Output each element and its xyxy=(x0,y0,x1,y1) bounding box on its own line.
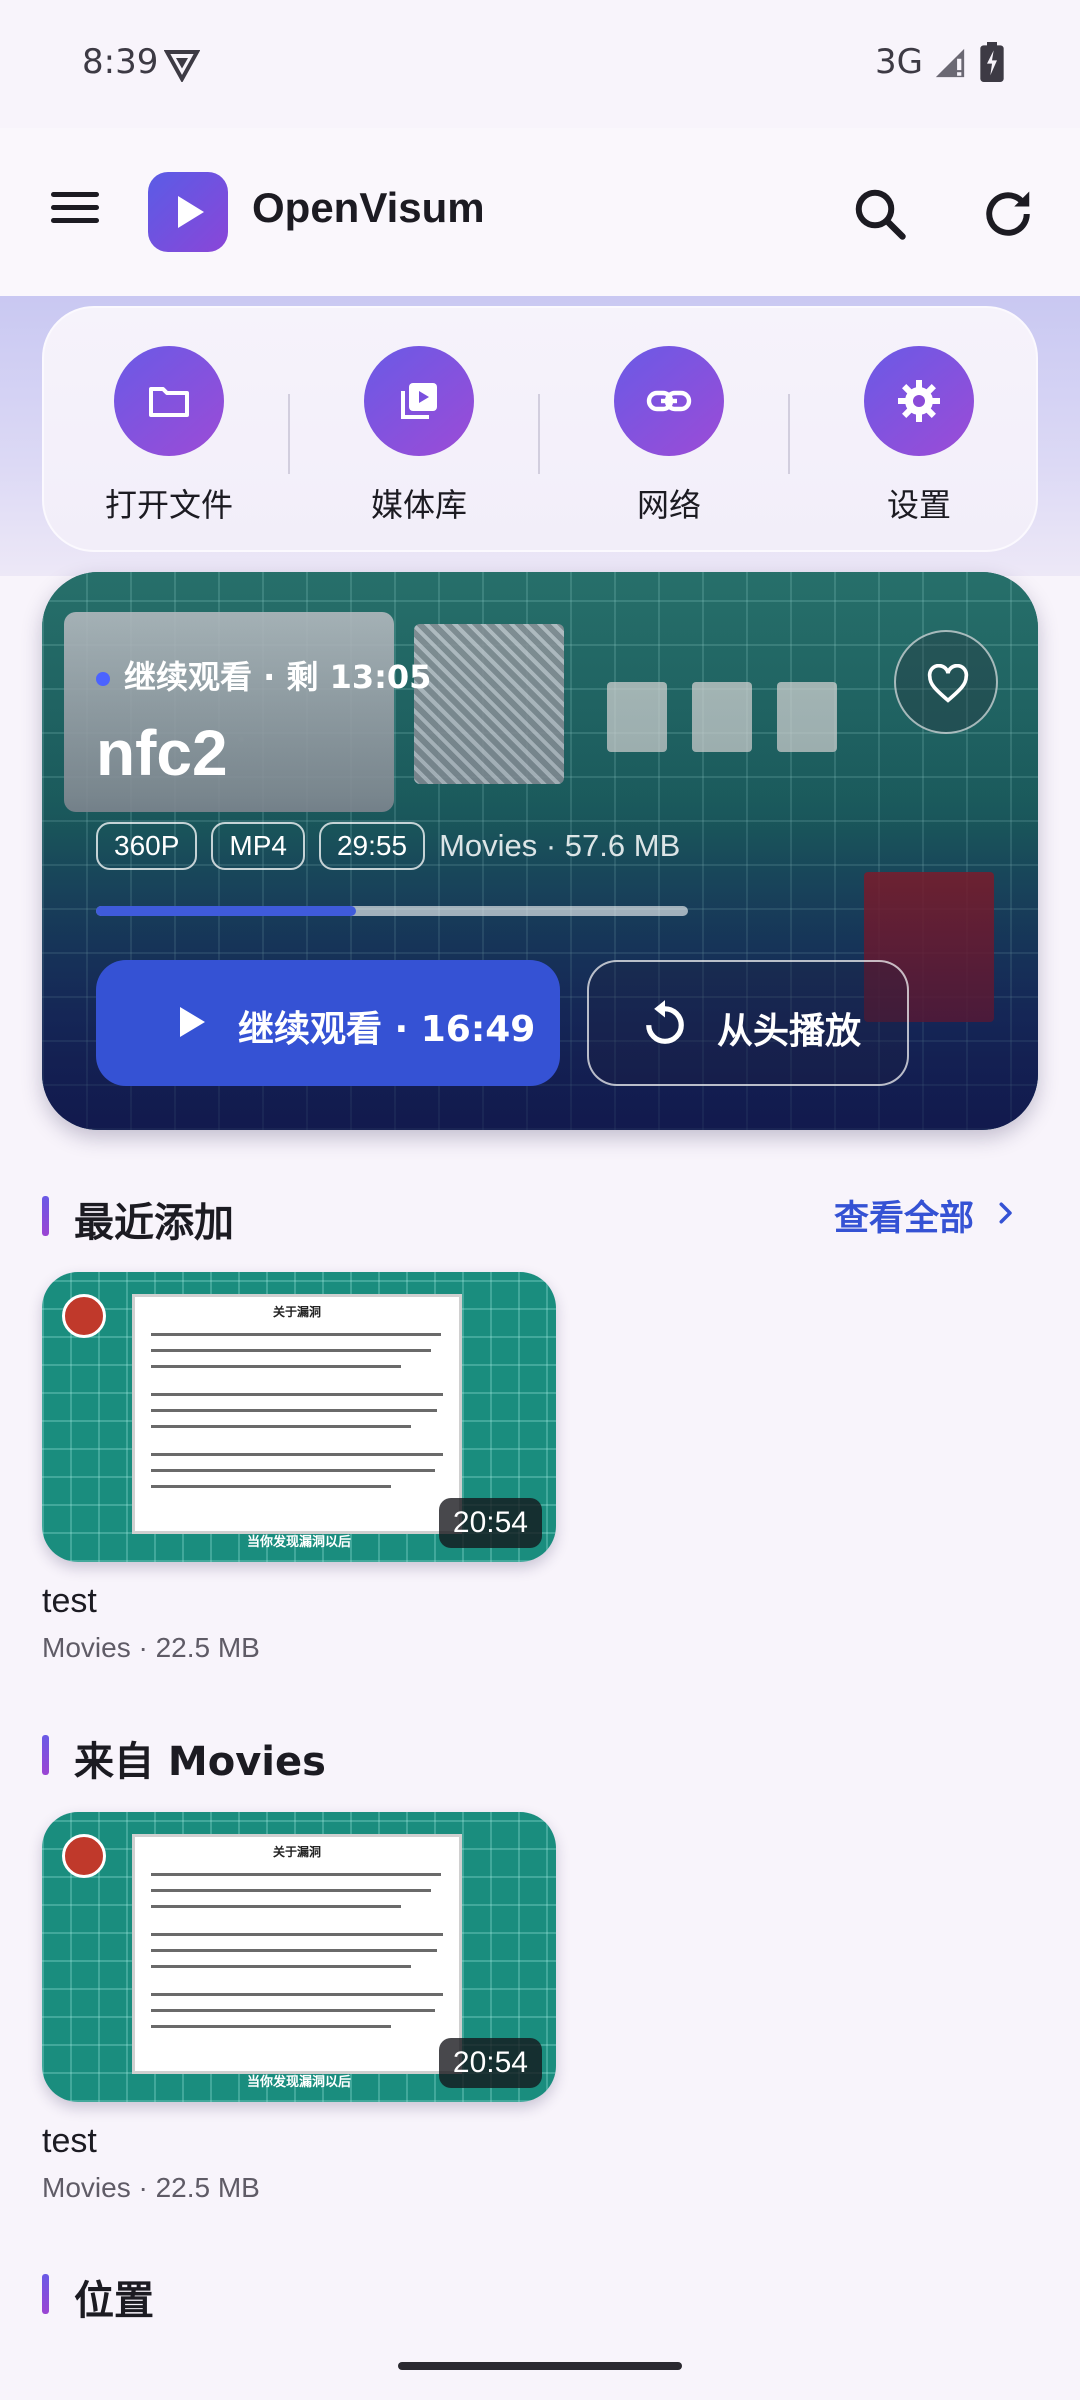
hero-chips: 360P MP4 29:55 Movies · 57.6 MB xyxy=(96,822,680,870)
quick-action-label: 打开文件 xyxy=(104,486,233,524)
resume-label: 继续观看 · 16:49 xyxy=(238,1009,536,1050)
resolution-chip: 360P xyxy=(96,822,198,870)
hero-subtitle: 继续观看 · 剩 13:05 xyxy=(96,652,431,698)
resume-button[interactable]: 继续观看 · 16:49 xyxy=(96,960,560,1086)
chevron-right-icon[interactable] xyxy=(990,1198,1020,1228)
duration-badge: 20:54 xyxy=(438,2038,542,2088)
folder-icon xyxy=(149,387,189,417)
quick-actions-card: 打开文件 媒体库 网络 设置 xyxy=(42,306,1038,552)
play-logo-icon xyxy=(178,196,204,228)
signal-icon xyxy=(935,48,965,78)
channel-avatar xyxy=(62,1294,106,1338)
menu-button[interactable] xyxy=(42,184,108,240)
network-type: 3G xyxy=(875,42,923,82)
status-bar: 8:39 3G xyxy=(0,0,1080,128)
hero-meta: Movies · 57.6 MB xyxy=(439,828,681,863)
quick-action-media-library[interactable]: 媒体库 xyxy=(294,308,544,554)
section-title: 位置 xyxy=(74,2278,154,2324)
hero-title: nfc2 xyxy=(96,717,228,789)
watch-progress-fill xyxy=(96,906,357,916)
app-title: OpenVisum xyxy=(252,184,485,231)
favorite-button[interactable] xyxy=(894,630,998,734)
quick-action-label: 设置 xyxy=(886,486,951,524)
media-subtitle: Movies · 22.5 MB xyxy=(42,1632,260,1663)
search-icon[interactable] xyxy=(850,184,910,244)
thumbnail-document: 关于漏洞 xyxy=(132,1834,462,2074)
thumbnail-doc-title: 关于漏洞 xyxy=(272,1845,321,1859)
app-bar: OpenVisum xyxy=(0,128,1080,296)
video-library-icon xyxy=(401,383,437,419)
duration-chip: 29:55 xyxy=(318,822,426,870)
heart-icon xyxy=(927,664,969,703)
watch-progress-bar xyxy=(96,906,688,916)
gear-icon xyxy=(898,380,940,422)
battery-icon xyxy=(980,42,1004,82)
media-thumbnail[interactable]: 关于漏洞 当你发现漏洞以后 20:54 xyxy=(42,1272,556,1562)
quick-action-settings[interactable]: 设置 xyxy=(794,308,1044,554)
divider xyxy=(288,394,290,474)
home-indicator[interactable] xyxy=(398,2362,682,2370)
continue-watching-card[interactable]: 继续观看 · 剩 13:05 nfc2 360P MP4 29:55 Movies ·… xyxy=(42,572,1038,1130)
thumbnail-document: 关于漏洞 xyxy=(132,1294,462,1534)
quick-action-network[interactable]: 网络 xyxy=(544,308,794,554)
quick-action-open-file[interactable]: 打开文件 xyxy=(44,308,294,554)
media-subtitle: Movies · 22.5 MB xyxy=(42,2172,260,2203)
thumbnail-doc-title: 关于漏洞 xyxy=(272,1305,321,1319)
duration-badge: 20:54 xyxy=(438,1498,542,1548)
divider xyxy=(788,394,790,474)
play-icon xyxy=(180,1007,205,1037)
restart-label: 从头播放 xyxy=(717,1011,862,1052)
restart-button[interactable]: 从头播放 xyxy=(587,960,909,1086)
media-title[interactable]: test xyxy=(42,1582,97,1621)
channel-avatar xyxy=(62,1834,106,1878)
format-chip: MP4 xyxy=(211,822,305,870)
section-accent-bar xyxy=(42,1735,49,1775)
section-accent-bar xyxy=(42,2274,49,2314)
status-time: 8:39 xyxy=(82,42,159,82)
media-thumbnail[interactable]: 关于漏洞 当你发现漏洞以后 20:54 xyxy=(42,1812,556,2102)
section-title: 最近添加 xyxy=(74,1200,234,1246)
refresh-icon[interactable] xyxy=(978,184,1038,244)
section-accent-bar xyxy=(42,1196,49,1236)
see-all-link[interactable]: 查看全部 xyxy=(834,1190,974,1241)
link-icon xyxy=(646,390,692,412)
vpn-icon xyxy=(164,50,200,82)
replay-icon xyxy=(646,1000,684,1044)
section-title: 来自 Movies xyxy=(74,1739,326,1785)
menu-icon xyxy=(51,192,99,197)
quick-action-label: 媒体库 xyxy=(370,486,467,524)
quick-action-label: 网络 xyxy=(636,486,701,524)
app-logo xyxy=(148,172,228,252)
status-dot xyxy=(96,672,110,686)
divider xyxy=(538,394,540,474)
media-title[interactable]: test xyxy=(42,2122,97,2161)
